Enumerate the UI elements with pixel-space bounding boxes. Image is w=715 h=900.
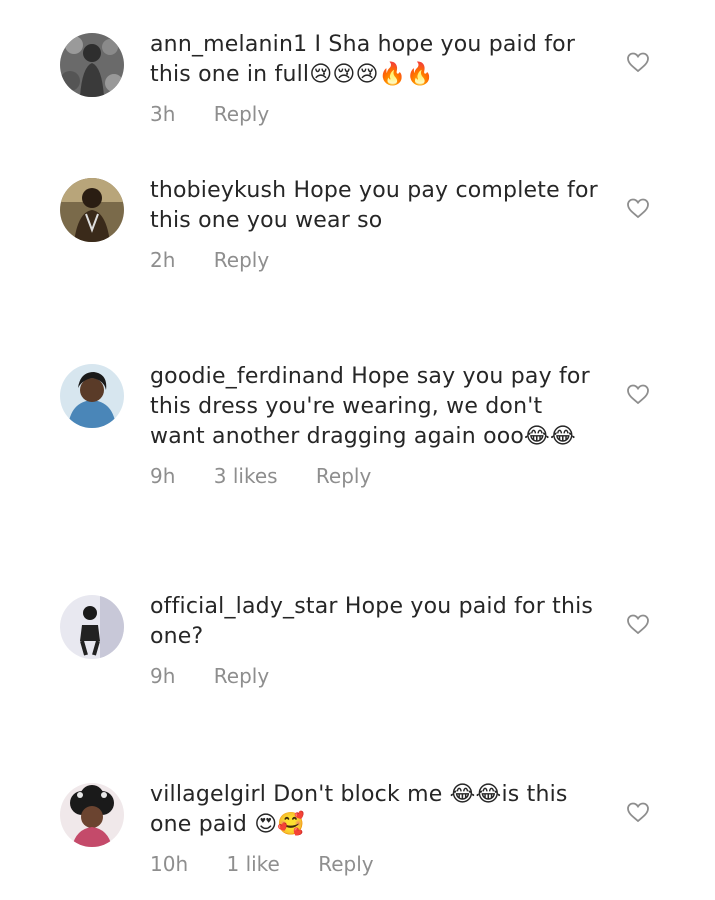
comment-text: villagelgirl Don't block me 😂😂is this on… [150, 780, 600, 840]
reply-button[interactable]: Reply [214, 664, 269, 688]
reply-button[interactable]: Reply [316, 464, 371, 488]
comment-time: 10h [150, 852, 189, 876]
cropped-avatar-fragment [70, 537, 130, 543]
comment-meta: 10h 1 like Reply [150, 852, 406, 876]
comment-time: 9h [150, 664, 176, 688]
comment-meta: 9h 3 likes Reply [150, 464, 403, 488]
comment-username[interactable]: ann_melanin1 [150, 32, 307, 57]
reply-button[interactable]: Reply [214, 248, 269, 272]
heart-outline-icon[interactable] [626, 51, 650, 73]
heart-outline-icon[interactable] [626, 613, 650, 635]
avatar[interactable] [60, 33, 124, 97]
reply-button[interactable]: Reply [318, 852, 373, 876]
likes-count[interactable]: 3 likes [214, 464, 278, 488]
likes-count[interactable]: 1 like [226, 852, 279, 876]
avatar[interactable] [60, 595, 124, 659]
comment-meta: 2h Reply [150, 248, 301, 272]
comment-time: 3h [150, 102, 176, 126]
heart-outline-icon[interactable] [626, 801, 650, 823]
heart-outline-icon[interactable] [626, 383, 650, 405]
comment-text: ann_melanin1 I Sha hope you paid for thi… [150, 30, 600, 90]
avatar[interactable] [60, 364, 124, 428]
reply-button[interactable]: Reply [214, 102, 269, 126]
comment-username[interactable]: official_lady_star [150, 594, 338, 619]
comment-text: thobieykush Hope you pay complete for th… [150, 176, 600, 236]
avatar[interactable] [60, 783, 124, 847]
cropped-avatar-fragment [70, 730, 130, 736]
comment-username[interactable]: goodie_ferdinand [150, 364, 344, 389]
comment-time: 9h [150, 464, 176, 488]
comment-time: 2h [150, 248, 176, 272]
avatar[interactable] [60, 178, 124, 242]
comment-username[interactable]: thobieykush [150, 178, 286, 203]
comment-text: official_lady_star Hope you paid for thi… [150, 592, 600, 652]
heart-outline-icon[interactable] [626, 197, 650, 219]
comment-meta: 3h Reply [150, 102, 301, 126]
comment-username[interactable]: villagelgirl [150, 782, 266, 807]
comment-text: goodie_ferdinand Hope say you pay for th… [150, 362, 600, 452]
comment-meta: 9h Reply [150, 664, 301, 688]
